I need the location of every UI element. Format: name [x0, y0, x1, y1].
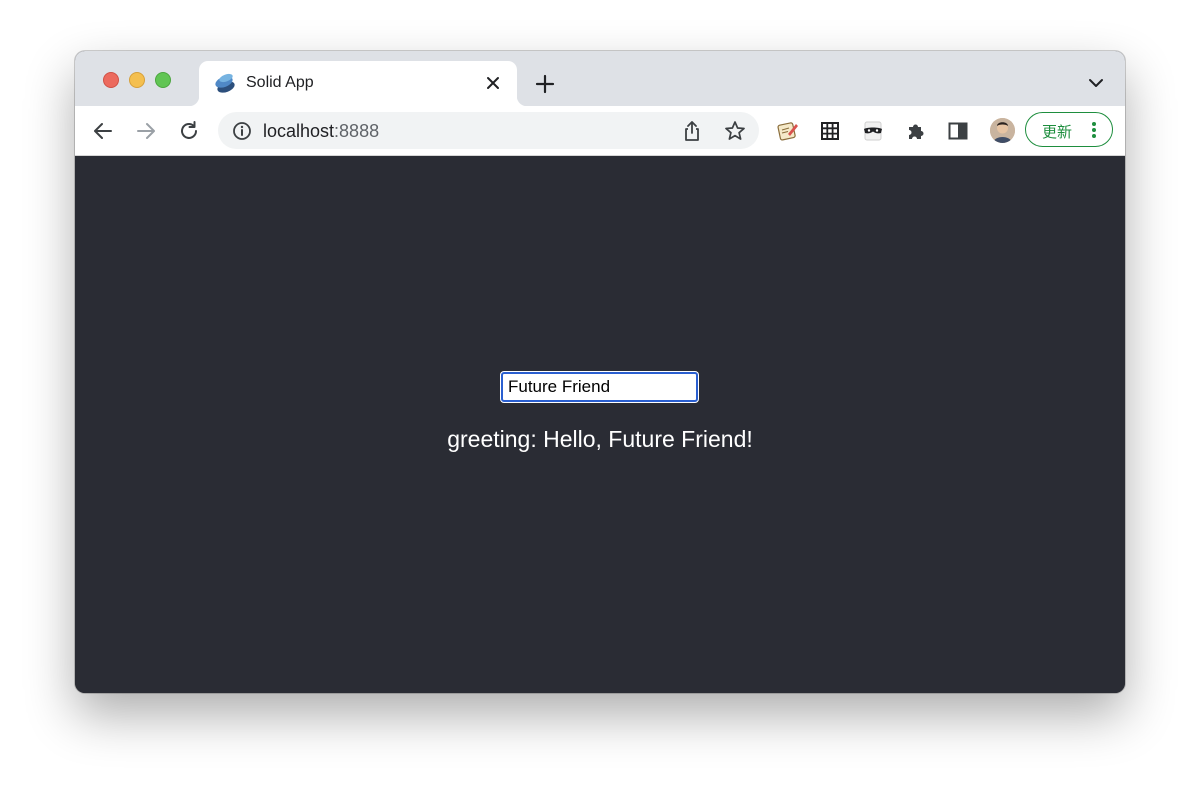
tab-title: Solid App	[246, 74, 314, 91]
solid-logo-icon	[215, 73, 235, 93]
url-text[interactable]: localhost:8888	[263, 121, 379, 142]
reload-icon[interactable]	[178, 120, 200, 142]
more-menu-icon[interactable]	[1091, 121, 1097, 139]
browser-toolbar: localhost:8888 更新	[75, 106, 1125, 156]
avatar-image-icon	[990, 118, 1015, 143]
new-tab-icon[interactable]	[535, 74, 555, 94]
profile-avatar[interactable]	[990, 118, 1015, 143]
update-button-label: 更新	[1042, 123, 1073, 141]
address-bar[interactable]: localhost:8888	[218, 112, 759, 149]
browser-window: Solid App localhost:8888 更新 Future Frien…	[75, 51, 1125, 693]
update-button[interactable]: 更新	[1025, 112, 1113, 147]
tab-close-icon[interactable]	[484, 74, 502, 92]
side-panel-icon[interactable]	[946, 119, 970, 143]
puzzle-icon[interactable]	[904, 119, 928, 143]
tab-solid-app[interactable]: Solid App	[189, 61, 527, 106]
share-icon[interactable]	[682, 120, 702, 142]
window-minimize-button[interactable]	[129, 72, 145, 88]
window-close-button[interactable]	[103, 72, 119, 88]
script-editor-icon[interactable]	[776, 119, 800, 143]
incognito-mask-icon[interactable]	[861, 119, 885, 143]
name-input[interactable]	[501, 372, 698, 402]
back-arrow-icon[interactable]	[92, 120, 114, 142]
greeting-text: greeting: Hello, Future Friend!	[447, 426, 753, 452]
url-port: :8888	[334, 121, 380, 141]
tab-strip: Solid App	[75, 51, 1125, 106]
tab-search-chevron-icon[interactable]	[1088, 77, 1104, 89]
bookmark-star-icon[interactable]	[724, 120, 746, 142]
page-content: greeting: Hello, Future Friend!	[75, 156, 1125, 693]
grid-icon[interactable]	[818, 119, 842, 143]
url-host: localhost	[263, 121, 335, 141]
window-maximize-button[interactable]	[155, 72, 171, 88]
forward-arrow-icon[interactable]	[135, 120, 157, 142]
site-info-icon[interactable]	[232, 121, 252, 141]
